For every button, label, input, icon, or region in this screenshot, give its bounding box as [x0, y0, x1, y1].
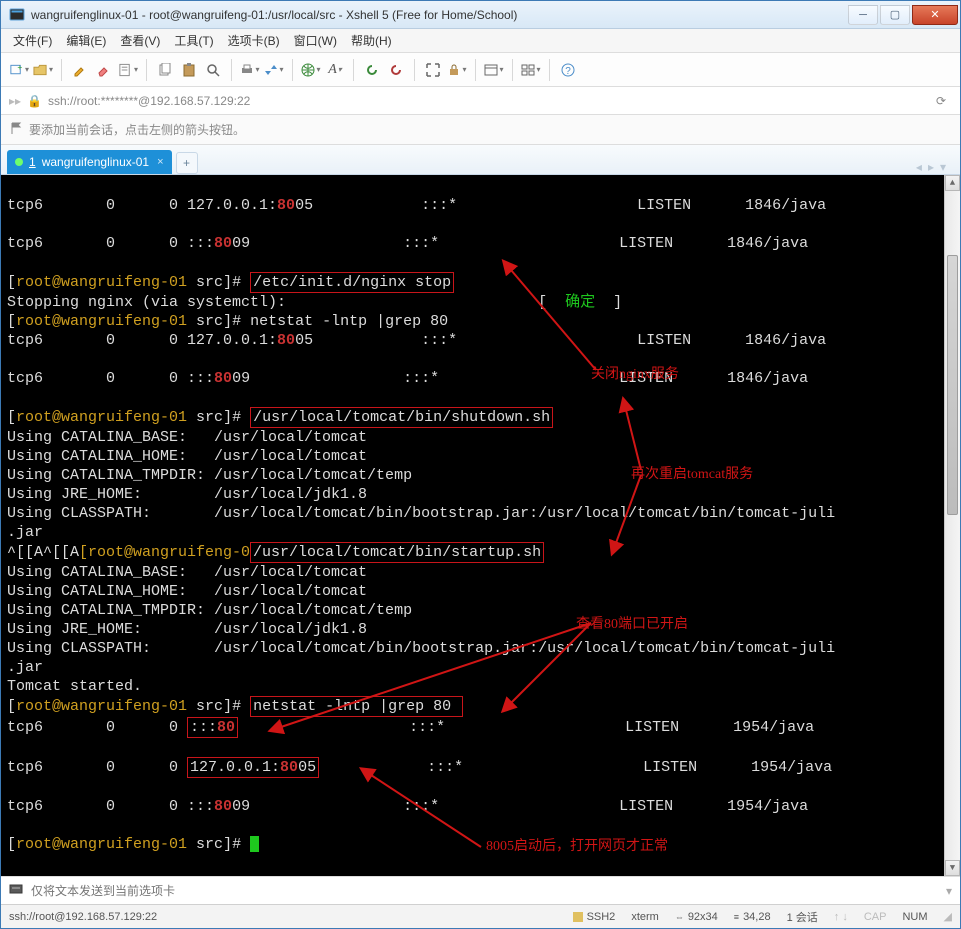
print-button[interactable]: [240, 60, 260, 80]
address-lock-icon: 🔒: [27, 94, 42, 108]
scroll-up-button[interactable]: ▲: [945, 175, 960, 191]
layout-button[interactable]: [484, 60, 504, 80]
eraser-button[interactable]: [94, 60, 114, 80]
status-cap: CAP: [864, 911, 887, 923]
hint-text: 要添加当前会话，点击左侧的箭头按钮。: [29, 121, 245, 138]
address-bar: ▸▸ 🔒 ssh://root:********@192.168.57.129:…: [1, 87, 960, 115]
terminal-scrollbar[interactable]: ▲ ▼: [944, 175, 960, 876]
scroll-thumb[interactable]: [947, 255, 958, 515]
maximize-button[interactable]: ▢: [880, 5, 910, 25]
tab-index: 1: [29, 155, 36, 169]
transfer-button[interactable]: [264, 60, 284, 80]
find-button[interactable]: [203, 60, 223, 80]
status-pos: ≡34,28: [734, 911, 771, 923]
menu-tabs[interactable]: 选项卡(B): [228, 32, 280, 49]
tab-title: wangruifenglinux-01: [42, 155, 149, 169]
disconnect-button[interactable]: [386, 60, 406, 80]
close-button[interactable]: ✕: [912, 5, 958, 25]
tab-add-button[interactable]: +: [176, 152, 198, 174]
status-bar: ssh://root@192.168.57.129:22 SSH2 xterm …: [1, 904, 960, 928]
broadcast-dropdown-icon[interactable]: ▾: [946, 884, 952, 898]
anno-label-tomcat: 再次重启tomcat服务: [631, 465, 753, 484]
menu-help[interactable]: 帮助(H): [351, 32, 392, 49]
status-updown-icon: ↑ ↓: [834, 911, 848, 923]
app-icon: [9, 7, 25, 23]
status-termtype: xterm: [631, 911, 659, 923]
scroll-down-button[interactable]: ▼: [945, 860, 960, 876]
tile-button[interactable]: [521, 60, 541, 80]
open-button[interactable]: [33, 60, 53, 80]
menu-window[interactable]: 窗口(W): [294, 32, 337, 49]
svg-text:+: +: [17, 62, 22, 72]
broadcast-input[interactable]: [31, 884, 938, 898]
window-title: wangruifenglinux-01 - root@wangruifeng-0…: [31, 8, 517, 22]
status-sessions: 1 会话: [787, 909, 818, 925]
fullscreen-button[interactable]: [423, 60, 443, 80]
menu-edit[interactable]: 编辑(E): [66, 32, 106, 49]
status-ssh: SSH2: [573, 911, 616, 923]
new-session-button[interactable]: +: [9, 60, 29, 80]
address-text[interactable]: ssh://root:********@192.168.57.129:22: [48, 94, 924, 108]
address-reload-button[interactable]: ⟳: [930, 94, 952, 108]
reconnect-button[interactable]: [362, 60, 382, 80]
session-tab-1[interactable]: 1 wangruifenglinux-01 ×: [7, 150, 172, 174]
web-button[interactable]: [301, 60, 321, 80]
status-resize-grip[interactable]: ◢: [944, 910, 952, 923]
copy-button[interactable]: [155, 60, 175, 80]
menu-file[interactable]: 文件(F): [13, 32, 52, 49]
menu-view[interactable]: 查看(V): [120, 32, 160, 49]
help-button[interactable]: ?: [558, 60, 578, 80]
menu-bar: 文件(F) 编辑(E) 查看(V) 工具(T) 选项卡(B) 窗口(W) 帮助(…: [1, 29, 960, 53]
highlight-button[interactable]: [70, 60, 90, 80]
session-tabs: 1 wangruifenglinux-01 × + ◂▸▾: [1, 145, 960, 175]
tab-close-icon[interactable]: ×: [157, 156, 163, 168]
hint-bar: 要添加当前会话，点击左侧的箭头按钮。: [1, 115, 960, 145]
toolbar: + A ?: [1, 53, 960, 87]
window-titlebar: wangruifenglinux-01 - root@wangruifeng-0…: [1, 1, 960, 29]
status-connection: ssh://root@192.168.57.129:22: [9, 911, 157, 923]
lock-button[interactable]: [447, 60, 467, 80]
menu-tools[interactable]: 工具(T): [174, 32, 213, 49]
terminal-cursor: [250, 836, 259, 852]
window-controls: ─ ▢ ✕: [848, 5, 960, 25]
svg-text:?: ?: [565, 66, 571, 77]
hint-flag-icon[interactable]: [9, 121, 23, 138]
tab-status-dot: [15, 158, 23, 166]
address-arrow-icon[interactable]: ▸▸: [9, 94, 21, 108]
broadcast-input-bar: ▾: [1, 876, 960, 904]
terminal-pane[interactable]: tcp6 0 0 127.0.0.1:8005 :::* LISTEN 1846…: [1, 175, 960, 876]
font-button[interactable]: A: [325, 60, 345, 80]
anno-label-8005: 8005启动后，打开网页才正常: [486, 837, 668, 856]
properties-button[interactable]: [118, 60, 138, 80]
anno-label-nginx: 关闭nginx服务: [591, 365, 679, 384]
tab-scroll[interactable]: ◂▸▾: [908, 160, 954, 174]
broadcast-icon[interactable]: [9, 882, 23, 899]
minimize-button[interactable]: ─: [848, 5, 878, 25]
anno-label-port80: 查看80端口已开启: [576, 615, 688, 634]
status-num: NUM: [902, 911, 927, 923]
status-size: ⇔92x34: [675, 911, 718, 923]
paste-button[interactable]: [179, 60, 199, 80]
